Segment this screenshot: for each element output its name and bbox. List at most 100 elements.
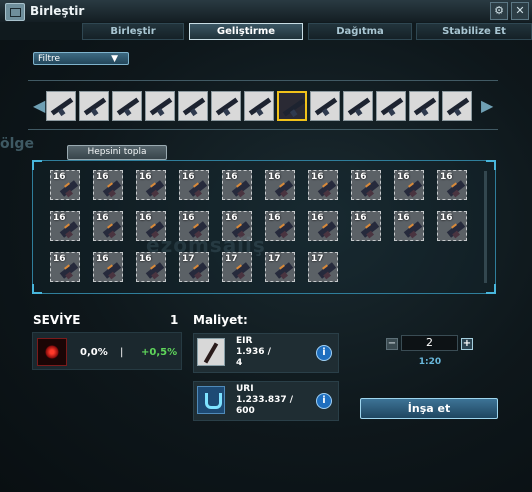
item-slot[interactable]: 16 (50, 211, 80, 241)
item-level: 17 (268, 254, 281, 264)
item-slot[interactable]: 16 (136, 170, 166, 200)
carousel-item[interactable] (79, 91, 109, 121)
filter-label: Filtre (38, 54, 61, 64)
panel-corner (32, 160, 42, 170)
resource-have: 1.936 / (236, 347, 271, 357)
eir-resource-icon (197, 338, 225, 366)
carousel-item[interactable] (211, 91, 241, 121)
item-level: 16 (53, 213, 66, 223)
item-slot[interactable]: 17 (265, 252, 295, 282)
item-slot[interactable]: 16 (222, 170, 252, 200)
item-level: 17 (311, 254, 324, 264)
filter-dropdown[interactable]: Filtre ▼ (33, 52, 129, 65)
item-level: 16 (268, 172, 281, 182)
item-level: 16 (96, 213, 109, 223)
item-level: 16 (311, 213, 324, 223)
item-slot[interactable]: 16 (351, 211, 381, 241)
tab-stabilize[interactable]: Stabilize Et (416, 23, 532, 40)
item-level: 16 (182, 213, 195, 223)
carousel-next-icon[interactable]: ▶ (481, 96, 493, 116)
carousel-prev-icon[interactable]: ◀ (33, 96, 45, 116)
decrease-button[interactable]: − (386, 338, 398, 350)
carousel-item[interactable] (112, 91, 142, 121)
weapon-icon (50, 97, 74, 116)
item-slot[interactable]: 16 (394, 211, 424, 241)
item-slot[interactable]: 16 (351, 170, 381, 200)
item-slot[interactable]: 16 (179, 170, 209, 200)
item-slot[interactable]: 16 (50, 170, 80, 200)
weapon-icon (116, 97, 140, 116)
item-slot[interactable]: 16 (93, 170, 123, 200)
resource-need: 600 (236, 406, 255, 416)
item-slot[interactable]: 16 (93, 211, 123, 241)
item-level: 16 (354, 172, 367, 182)
title-bar: Birleştir ⚙ ✕ (0, 0, 532, 23)
item-level: 16 (182, 172, 195, 182)
item-level: 16 (354, 213, 367, 223)
close-icon[interactable]: ✕ (511, 2, 529, 20)
carousel-item[interactable] (376, 91, 406, 121)
item-level: 16 (440, 213, 453, 223)
weapon-icon (413, 97, 437, 116)
build-button[interactable]: İnşa et (360, 398, 498, 419)
cost-label: Maliyet: (193, 313, 248, 327)
carousel-item[interactable] (145, 91, 175, 121)
info-icon[interactable]: i (316, 393, 332, 409)
stat-gain: +0,5% (141, 347, 178, 358)
divider (28, 129, 498, 130)
item-level: 16 (397, 172, 410, 182)
item-slot[interactable]: 16 (437, 211, 467, 241)
collect-all-button[interactable]: Hepsini topla (67, 145, 167, 160)
tab-upgrade[interactable]: Geliştirme (189, 23, 303, 40)
item-slot[interactable]: 16 (265, 211, 295, 241)
tab-combine[interactable]: Birleştir (82, 23, 184, 40)
item-slot[interactable]: 16 (437, 170, 467, 200)
item-level: 16 (96, 172, 109, 182)
grid-scrollbar[interactable] (484, 171, 487, 283)
weapon-icon (182, 97, 206, 116)
item-slot[interactable]: 16 (394, 170, 424, 200)
divider (28, 80, 498, 81)
item-slot[interactable]: 17 (308, 252, 338, 282)
item-slot[interactable]: 16 (50, 252, 80, 282)
tab-dismantle[interactable]: Dağıtma (308, 23, 412, 40)
weapon-icon (446, 97, 470, 116)
carousel-item[interactable] (310, 91, 340, 121)
tab-bar: Birleştir Geliştirme Dağıtma Stabilize E… (0, 22, 532, 40)
carousel-item[interactable] (244, 91, 274, 121)
item-level: 16 (96, 254, 109, 264)
carousel-item[interactable] (178, 91, 208, 121)
watermark: ezomsaiiş (146, 233, 266, 257)
carousel-item[interactable] (409, 91, 439, 121)
info-icon[interactable]: i (316, 345, 332, 361)
item-level: 16 (53, 254, 66, 264)
restore-icon[interactable]: ⚙ (490, 2, 508, 20)
weapon-icon (149, 97, 173, 116)
carousel-item[interactable] (46, 91, 76, 121)
item-level: 16 (139, 213, 152, 223)
item-slot[interactable]: 16 (265, 170, 295, 200)
weapon-icon (248, 97, 272, 116)
carousel-item[interactable] (277, 91, 307, 121)
craft-time: 1:20 (418, 357, 442, 367)
chevron-down-icon: ▼ (111, 54, 118, 64)
panel-corner (32, 284, 42, 294)
item-slot[interactable]: 16 (93, 252, 123, 282)
craft-window: Birleştir ⚙ ✕ Birleştir Geliştirme Dağıt… (0, 0, 532, 492)
item-slot[interactable]: 16 (308, 170, 338, 200)
stat-separator: | (120, 347, 124, 358)
weapon-icon (282, 98, 305, 117)
item-slot[interactable]: 16 (308, 211, 338, 241)
resource-need: 4 (236, 358, 243, 368)
item-level: 16 (139, 172, 152, 182)
quantity-field[interactable]: 2 (401, 335, 458, 351)
item-level: 16 (311, 172, 324, 182)
increase-button[interactable]: + (461, 338, 473, 350)
level-label: SEVİYE (33, 313, 81, 327)
resource-name: EIR (236, 336, 253, 346)
carousel-item[interactable] (343, 91, 373, 121)
stat-current: 0,0% (80, 347, 108, 358)
item-level: 16 (225, 172, 238, 182)
window-icon (5, 3, 25, 21)
carousel-item[interactable] (442, 91, 472, 121)
